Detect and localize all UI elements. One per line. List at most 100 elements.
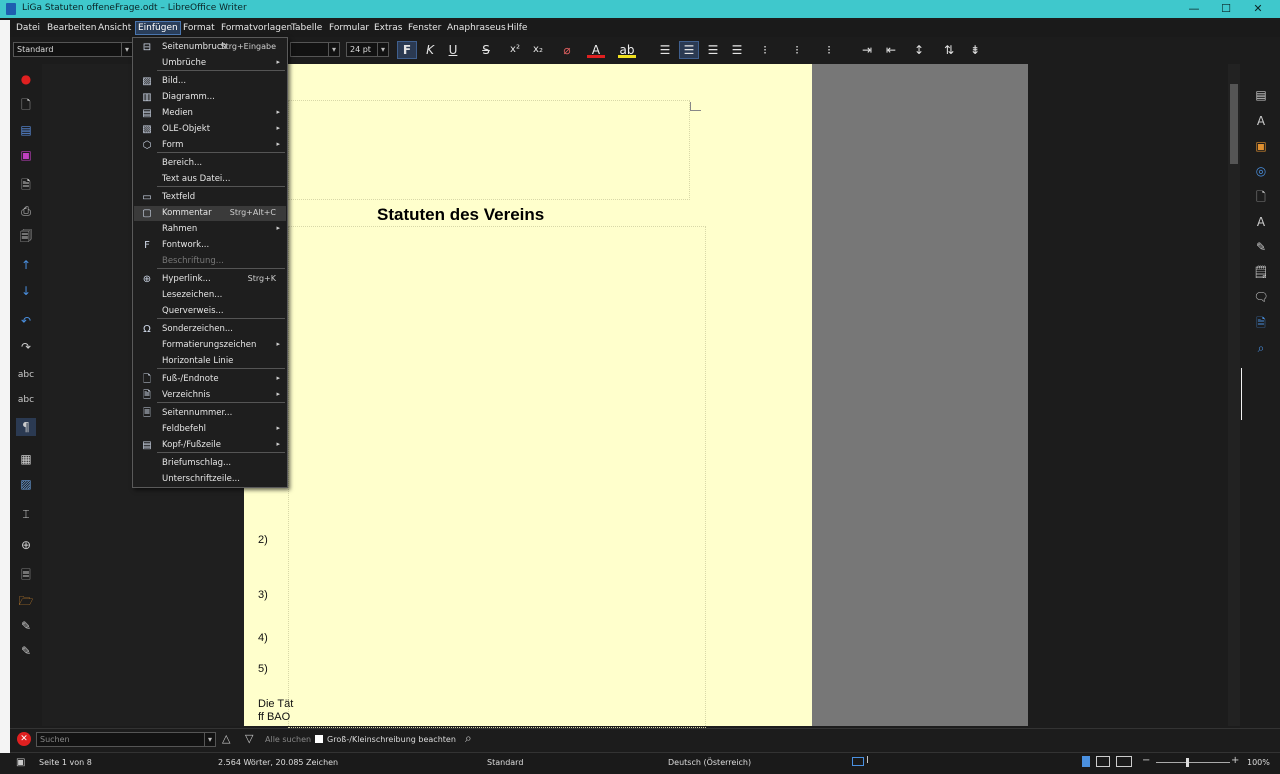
menu-bearbeiten[interactable]: Bearbeiten [45,22,98,34]
chevron-down-icon[interactable]: ▾ [121,43,132,56]
insert-menu-item[interactable]: F Fontwork... [134,238,286,253]
zoom-in-icon[interactable]: + [1231,755,1239,766]
menu-einfuegen[interactable]: Einfügen [135,21,181,35]
comments-icon[interactable]: 🗨 [1252,288,1270,306]
font-size-combo[interactable]: 24 pt ▾ [346,42,389,57]
align-center-icon[interactable]: ☰ [679,41,699,59]
body-text-line[interactable]: ff BAO [258,711,290,723]
insert-menu-item[interactable]: 🗋 Fuß-/Endnote ▸ [134,372,286,387]
insert-image-icon[interactable]: ▨ [16,475,36,493]
increase-indent-icon[interactable]: ⇥ [858,42,876,58]
highlight-color-icon[interactable]: ab [618,42,636,58]
word-count-status[interactable]: 2.564 Wörter, 20.085 Zeichen [218,758,338,767]
menu-hilfe[interactable]: Hilfe [505,22,529,34]
zoom-slider-thumb[interactable] [1186,758,1189,767]
document-heading[interactable]: Statuten des Vereins [377,205,544,225]
print-preview-icon[interactable]: 🗐 [16,227,36,245]
design-icon[interactable]: 🗒 [1252,263,1270,281]
insert-menu-item[interactable]: Text aus Datei... [134,172,286,187]
insert-menu-item[interactable]: Umbrüche ▸ [134,56,286,71]
formatting-marks-icon[interactable]: ¶ [16,418,36,436]
manage-changes-icon[interactable]: ✎ [1252,238,1270,256]
accessibility-icon[interactable]: 🗎 [1252,314,1270,332]
menu-formatvorlagen[interactable]: Formatvorlagen [219,22,294,34]
zoom-slider[interactable] [1156,762,1230,763]
superscript-icon[interactable]: x² [506,42,524,58]
record-icon[interactable]: ● [16,70,36,88]
print-icon[interactable]: ⎙ [16,202,36,220]
paragraph-spacing-icon[interactable]: ⇅ [940,42,958,58]
navigator-icon[interactable]: ◎ [1252,162,1270,180]
styles-icon[interactable]: A [1252,112,1270,130]
text-cursor-icon[interactable]: I [866,755,869,766]
undo-icon[interactable]: ↶ [16,312,36,330]
insert-table-icon[interactable]: ▦ [16,450,36,468]
insert-menu-item[interactable]: ⊟ Seitenumbruch Strg+Eingabe [134,40,286,55]
outline-list-icon[interactable]: ⁝ [820,42,838,58]
font-color-icon[interactable]: A [587,42,605,58]
multi-page-view-icon[interactable] [1096,756,1110,767]
list-number-2[interactable]: 2) [258,534,268,546]
new-document-icon[interactable]: 🗋 [16,96,36,114]
subscript-icon[interactable]: x₂ [529,42,547,58]
align-right-icon[interactable]: ☰ [704,42,722,58]
clear-formatting-icon[interactable]: ⌀ [558,42,576,58]
chevron-down-icon[interactable]: ▾ [328,43,339,56]
hyperlink-icon[interactable]: ⊕ [16,536,36,554]
insert-menu-item[interactable]: Briefumschlag... [134,456,286,471]
find-previous-icon[interactable]: △ [222,732,230,745]
page-number-status[interactable]: Seite 1 von 8 [39,758,92,767]
maximize-button[interactable]: ☐ [1210,0,1242,18]
bullet-list-icon[interactable]: ⁝ [756,42,774,58]
spellcheck-icon[interactable]: abc [16,366,36,384]
single-page-view-icon[interactable] [1082,756,1090,767]
chevron-down-icon[interactable]: ▾ [204,733,215,746]
align-justify-icon[interactable]: ☰ [728,42,746,58]
underline-button[interactable]: U [444,42,462,58]
insert-menu-item[interactable]: ▢ Kommentar Strg+Alt+C [134,206,286,221]
line-spacing-icon[interactable]: ↕ [910,42,928,58]
book-view-icon[interactable] [1116,756,1132,767]
language-status[interactable]: Deutsch (Österreich) [668,758,751,767]
autospell-icon[interactable]: abc [16,391,36,409]
insert-menu-item[interactable]: Unterschriftzeile... [134,472,286,487]
paragraph-style-combo[interactable]: Standard ▾ [13,42,133,57]
edit-document-icon[interactable]: ✎ [16,617,36,635]
insert-menu-item[interactable]: Formatierungszeichen ▸ [134,338,286,353]
edit-style-icon[interactable]: ✎ [16,642,36,660]
zoom-level[interactable]: 100% [1247,758,1270,767]
page-break-icon[interactable]: ⌶ [16,505,36,523]
insert-menu-item[interactable]: Ω Sonderzeichen... [134,322,286,337]
insert-menu-item[interactable]: 🗏 Seitennummer... [134,406,286,421]
export-pdf-icon[interactable]: 🗎 [16,176,36,194]
insert-menu-item[interactable]: ▥ Diagramm... [134,90,286,105]
menu-datei[interactable]: Datei [14,22,42,34]
zoom-out-icon[interactable]: − [1142,755,1150,766]
close-find-icon[interactable]: ✕ [17,732,31,746]
menu-fenster[interactable]: Fenster [406,22,443,34]
close-button[interactable]: ✕ [1242,0,1274,18]
insert-menu-item[interactable]: Lesezeichen... [134,288,286,303]
find-next-icon[interactable]: ▽ [245,732,253,745]
find-all-button[interactable]: Alle suchen [265,735,311,744]
insert-menu-item[interactable]: ⬡ Form ▸ [134,138,286,153]
vertical-scrollbar[interactable] [1228,64,1240,726]
minimize-button[interactable]: — [1178,0,1210,18]
chevron-down-icon[interactable]: ▾ [377,43,388,56]
find-replace-icon[interactable]: ⌕ [1252,339,1270,357]
templates-icon[interactable]: ▤ [16,121,36,139]
insert-menu-item[interactable]: Feldbefehl ▸ [134,422,286,437]
search-input[interactable]: Suchen ▾ [36,732,216,747]
arrow-down-icon[interactable]: ↓ [16,282,36,300]
body-text-line[interactable]: Die Tät [258,698,293,710]
insert-menu-item[interactable]: ▤ Medien ▸ [134,106,286,121]
numbered-list-icon[interactable]: ⁝ [788,42,806,58]
italic-button[interactable]: K [421,42,439,58]
align-left-icon[interactable]: ☰ [656,42,674,58]
redo-icon[interactable]: ↷ [16,338,36,356]
insert-menu-item[interactable]: Horizontale Linie [134,354,286,369]
match-case-checkbox[interactable] [315,735,323,743]
page-style-status[interactable]: Standard [487,758,523,767]
insert-menu-item[interactable]: Bereich... [134,156,286,171]
save-status-icon[interactable]: ▣ [16,757,25,768]
